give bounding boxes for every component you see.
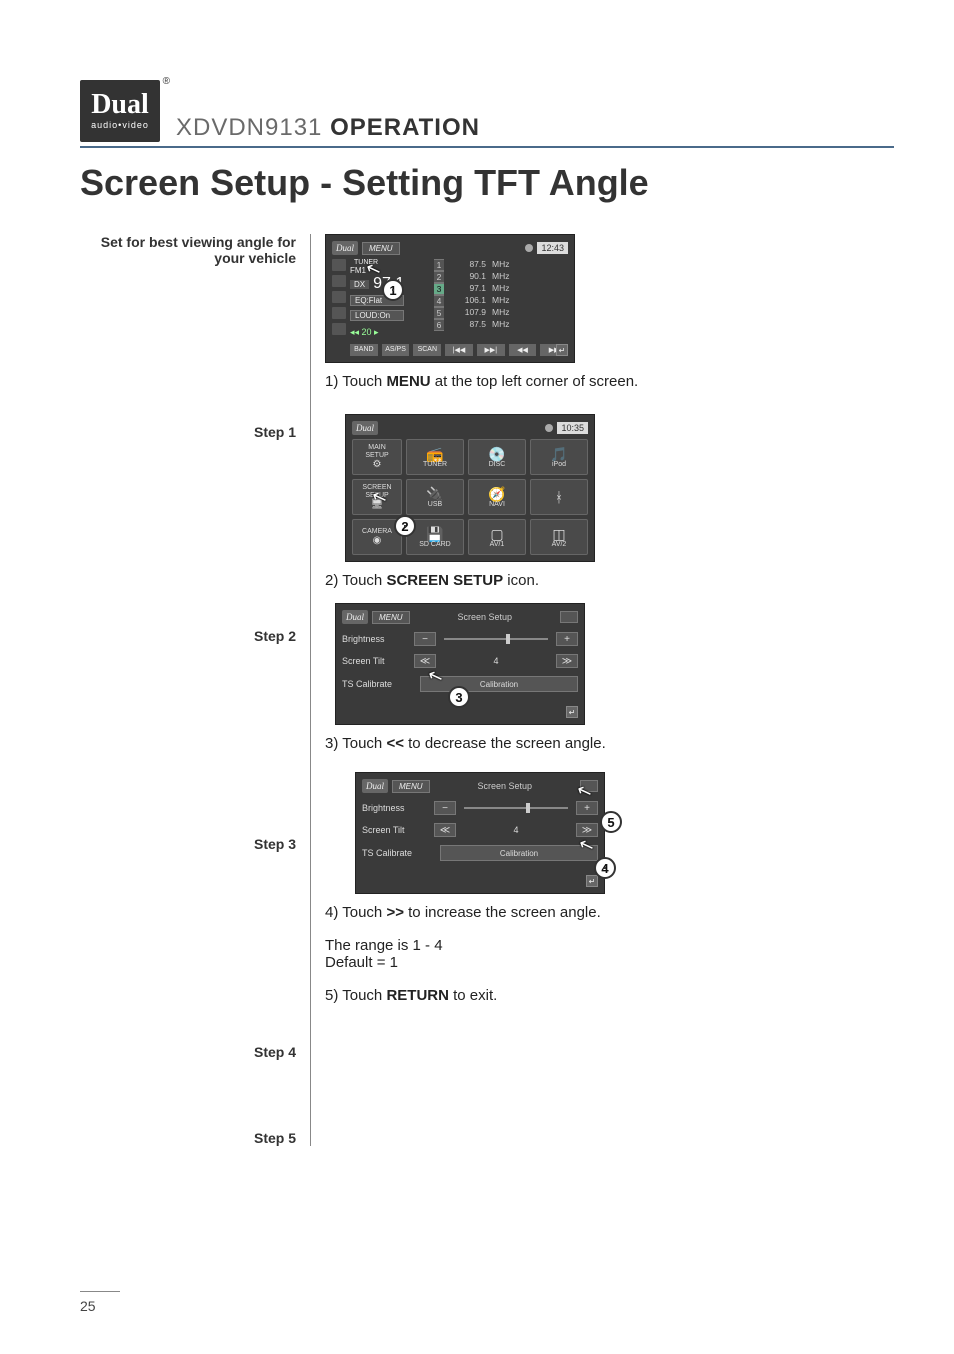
tilt-decrease-button[interactable]: ≪	[434, 823, 456, 837]
menu-button[interactable]: MENU	[392, 780, 430, 793]
tuner-screenshot: 1 ↖ Dual MENU 12:43 TUNER	[325, 234, 575, 363]
band-button[interactable]: BAND	[350, 344, 378, 356]
section-title: Screen Setup - Setting TFT Angle	[80, 162, 894, 204]
tilt-increase-button[interactable]: ≫	[556, 654, 578, 668]
calibration-button[interactable]: Calibration	[420, 676, 578, 692]
step2-text: 2) Touch SCREEN SETUP icon.	[325, 572, 894, 589]
calibrate-label: TS Calibrate	[342, 679, 406, 689]
return-icon[interactable]: ↵	[556, 344, 568, 356]
page-header: ® Dual audio•video XDVDN9131 OPERATION	[80, 80, 894, 148]
tuner-bottom-bar: BAND AS/PS SCAN |◀◀ ▶▶| ◀◀ ▶▶	[332, 344, 568, 356]
menu-button[interactable]: MENU	[362, 242, 400, 255]
callout-2: 2	[394, 515, 416, 537]
page: ® Dual audio•video XDVDN9131 OPERATION S…	[0, 0, 954, 1354]
logo-subtext: audio•video	[91, 120, 149, 130]
screen-setup-title: Screen Setup	[430, 781, 580, 791]
aspect-icon[interactable]	[560, 611, 578, 623]
model-number: XDVDN9131	[176, 114, 322, 141]
column-divider	[310, 234, 311, 1146]
brightness-label: Brightness	[342, 634, 406, 644]
tilt-value: 4	[464, 825, 568, 835]
main-menu-screenshot: 2 ↖ Dual 10:35 MAINSETUP⚙ 📻TUNER 💿DISC 🎵…	[345, 414, 595, 562]
clock: 12:43	[537, 242, 568, 254]
logo-text: Dual	[91, 92, 149, 117]
default-text: Default = 1	[325, 954, 894, 971]
scan-button[interactable]: SCAN	[413, 344, 441, 356]
step3-label: Step 3	[80, 836, 296, 852]
menu-button[interactable]: MENU	[372, 611, 410, 624]
bluetooth-icon	[525, 244, 533, 252]
dual-chip: Dual	[342, 610, 368, 624]
dual-chip: Dual	[362, 779, 388, 793]
brightness-plus-button[interactable]: +	[556, 632, 578, 646]
tilt-increase-button[interactable]: ≫	[576, 823, 598, 837]
tuner-source-button[interactable]: 📻TUNER	[406, 439, 464, 475]
step5-label: Step 5	[80, 1130, 296, 1146]
screen-setup-screenshot-dec: 3 ↖ Dual MENU Screen Setup Brightness −	[335, 603, 585, 725]
step4-label: Step 4	[80, 1044, 296, 1060]
side-strip	[332, 259, 346, 338]
step2-label: Step 2	[80, 628, 296, 644]
callout-1: 1	[382, 279, 404, 301]
next-track-button[interactable]: ▶▶|	[477, 344, 505, 356]
presets-list: 187.5MHz 290.1MHz 397.1MHz 4106.1MHz 510…	[434, 259, 509, 338]
rewind-button[interactable]: ◀◀	[509, 344, 537, 356]
callout-5: 5	[600, 811, 622, 833]
return-icon[interactable]: ↵	[566, 706, 578, 718]
bluetooth-source-button[interactable]: ᚼ	[530, 479, 588, 515]
brightness-minus-button[interactable]: −	[434, 801, 456, 815]
tuner-mode-label: TUNER	[350, 259, 430, 266]
brightness-slider[interactable]	[444, 638, 548, 640]
loud-indicator: LOUD:On	[350, 310, 404, 321]
volume-display: ◂◂ 20 ▸	[350, 327, 430, 338]
calibration-button[interactable]: Calibration	[440, 845, 598, 861]
step1-label: Step 1	[80, 424, 296, 440]
callout-4: 4	[594, 857, 616, 879]
screen-setup-title: Screen Setup	[410, 612, 560, 622]
clock: 10:35	[557, 422, 588, 434]
tilt-value: 4	[444, 656, 548, 666]
aspect-icon[interactable]	[580, 780, 598, 792]
step4-text: 4) Touch >> to increase the screen angle…	[325, 904, 894, 921]
screen-setup-tab[interactable]: SCREENSETUP🖥	[352, 479, 402, 515]
disc-source-button[interactable]: 💿DISC	[468, 439, 526, 475]
body-column: 1 ↖ Dual MENU 12:43 TUNER	[325, 234, 894, 1146]
brightness-plus-button[interactable]: +	[576, 801, 598, 815]
asps-button[interactable]: AS/PS	[382, 344, 410, 356]
main-setup-tab[interactable]: MAINSETUP⚙	[352, 439, 402, 475]
av2-source-button[interactable]: ◫AV/2	[530, 519, 588, 555]
brightness-slider[interactable]	[464, 807, 568, 809]
range-text: The range is 1 - 4	[325, 937, 894, 954]
callout-3: 3	[448, 686, 470, 708]
page-number: 25	[80, 1291, 120, 1314]
dx-indicator: DX	[350, 280, 369, 289]
bluetooth-icon	[545, 424, 553, 432]
dual-chip: Dual	[332, 241, 358, 255]
brightness-minus-button[interactable]: −	[414, 632, 436, 646]
step3-text: 3) Touch << to decrease the screen angle…	[325, 735, 894, 752]
dual-chip: Dual	[352, 421, 378, 435]
navi-source-button[interactable]: 🧭NAVI	[468, 479, 526, 515]
tilt-label: Screen Tilt	[342, 656, 406, 666]
step5-text: 5) Touch RETURN to exit.	[325, 987, 894, 1004]
content-grid: Set for best viewing angle for your vehi…	[80, 234, 894, 1146]
screen-setup-screenshot-inc: 5 4 ↖ ↖ Dual MENU Screen Setup Brightnes…	[355, 772, 605, 894]
tilt-decrease-button[interactable]: ≪	[414, 654, 436, 668]
av1-source-button[interactable]: ▢AV/1	[468, 519, 526, 555]
usb-source-button[interactable]: 🔌USB	[406, 479, 464, 515]
brand-logo: ® Dual audio•video	[80, 80, 160, 142]
labels-column: Set for best viewing angle for your vehi…	[80, 234, 310, 1146]
prev-track-button[interactable]: |◀◀	[445, 344, 473, 356]
step1-text: 1) Touch MENU at the top left corner of …	[325, 373, 894, 390]
header-title: XDVDN9131 OPERATION	[176, 114, 480, 142]
tilt-label: Screen Tilt	[362, 825, 426, 835]
band-label: FM1	[350, 266, 366, 275]
return-icon[interactable]: ↵	[586, 875, 598, 887]
brightness-label: Brightness	[362, 803, 426, 813]
ipod-source-button[interactable]: 🎵iPod	[530, 439, 588, 475]
section-word: OPERATION	[330, 114, 480, 141]
calibrate-label: TS Calibrate	[362, 848, 426, 858]
